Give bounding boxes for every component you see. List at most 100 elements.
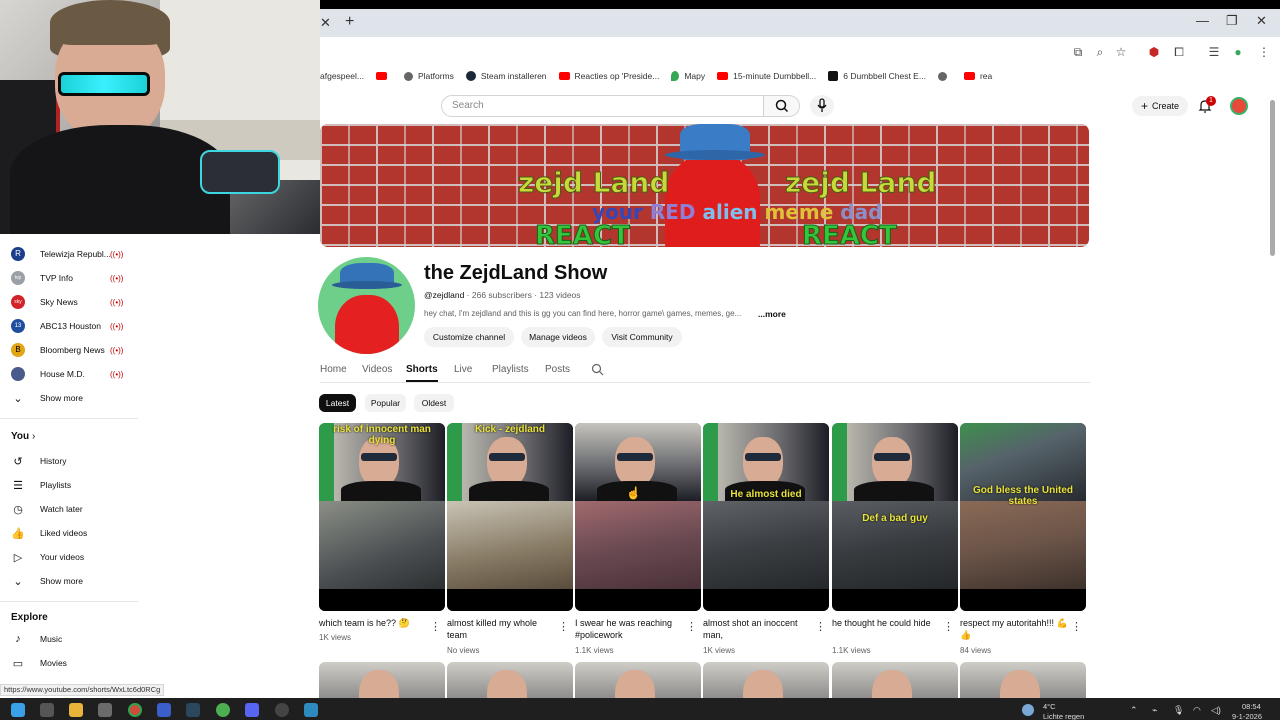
tab-home[interactable]: Home — [320, 364, 347, 375]
sidebar-item-playlists[interactable]: ☰ Playlists — [0, 474, 138, 496]
sidebar-item-your-videos[interactable]: ▷ Your videos — [0, 546, 138, 568]
short-title[interactable]: I swear he was reaching #policework — [575, 617, 687, 641]
app-v-icon[interactable] — [157, 703, 171, 717]
channel-avatar[interactable] — [318, 257, 415, 354]
bookmark-item[interactable] — [375, 72, 392, 80]
short-thumbnail[interactable]: risk of innocent man dying — [319, 423, 445, 611]
new-tab-icon[interactable]: + — [345, 13, 354, 31]
short-title[interactable]: respect my autoritahh!!! 💪👍 — [960, 617, 1072, 641]
short-thumbnail[interactable] — [960, 662, 1086, 698]
weather-icon[interactable] — [1022, 704, 1034, 716]
short-menu-icon[interactable]: ⋮ — [430, 620, 441, 633]
bookmark-item[interactable] — [937, 71, 952, 81]
discord-icon[interactable] — [245, 703, 259, 717]
short-title[interactable]: which team is he?? 🤔 — [319, 617, 431, 629]
extensions-icon[interactable]: ⧠ — [1171, 44, 1187, 60]
microphone-tray-icon[interactable]: 🎙 — [1173, 705, 1184, 716]
short-title[interactable]: he thought he could hide — [832, 617, 944, 629]
sidebar-subscription[interactable]: 13 ABC13 Houston ((•)) — [0, 315, 138, 337]
install-app-icon[interactable]: ⧉ — [1070, 44, 1086, 60]
filter-oldest[interactable]: Oldest — [414, 394, 454, 412]
sidebar-item-history[interactable]: ↺ History — [0, 450, 138, 472]
clock-time[interactable]: 08:54 — [1242, 702, 1261, 711]
search-button[interactable] — [764, 95, 800, 117]
profile-icon[interactable]: ● — [1230, 44, 1246, 60]
sidebar-subscription[interactable]: House M.D. ((•)) — [0, 363, 138, 385]
short-thumbnail[interactable] — [575, 423, 701, 611]
short-menu-icon[interactable]: ⋮ — [943, 620, 954, 633]
bookmark-item[interactable]: Steam installeren — [465, 71, 547, 81]
file-explorer-icon[interactable] — [69, 703, 83, 717]
channel-search-icon[interactable] — [591, 363, 604, 376]
whatsapp-icon[interactable] — [216, 703, 230, 717]
sidebar-subscription[interactable]: sky Sky News ((•)) — [0, 291, 138, 313]
description-more-link[interactable]: ...more — [758, 309, 786, 319]
short-title[interactable]: almost killed my whole team — [447, 617, 559, 641]
sidebar-show-more[interactable]: ⌄ Show more — [0, 387, 138, 409]
tab-posts[interactable]: Posts — [545, 364, 570, 375]
chrome-icon[interactable] — [128, 703, 142, 717]
bookmark-item[interactable]: 6 Dumbbell Chest E... — [828, 71, 926, 81]
reading-list-icon[interactable]: ☰ — [1206, 44, 1222, 60]
sidebar-item-liked-videos[interactable]: 👍 Liked videos — [0, 522, 138, 544]
bookmark-item[interactable]: afgespeel... — [320, 71, 364, 81]
bookmark-item[interactable]: rea — [963, 71, 992, 81]
clock-date[interactable]: 9-1-2026 — [1232, 712, 1262, 720]
manage-videos-button[interactable]: Manage videos — [521, 327, 595, 347]
sidebar-you-heading[interactable]: You › — [11, 431, 35, 442]
short-thumbnail[interactable] — [447, 662, 573, 698]
sidebar-subscription[interactable]: tvp TVP Info ((•)) — [0, 267, 138, 289]
bookmark-item[interactable]: Reacties op 'Preside... — [558, 71, 659, 81]
wifi-icon[interactable]: ◠ — [1193, 705, 1201, 716]
calculator-icon[interactable] — [98, 703, 112, 717]
short-thumbnail[interactable]: God bless the United states — [960, 423, 1086, 611]
bookmark-item[interactable]: 15-minute Dumbbell... — [717, 71, 816, 81]
filter-popular[interactable]: Popular — [365, 394, 406, 412]
visit-community-button[interactable]: Visit Community — [602, 327, 682, 347]
short-thumbnail[interactable] — [703, 662, 829, 698]
sidebar-item-movies[interactable]: ▭ Movies — [0, 652, 138, 674]
tab-videos[interactable]: Videos — [362, 364, 392, 375]
short-thumbnail[interactable]: Kick - zejdland — [447, 423, 573, 611]
obs-icon[interactable] — [275, 703, 289, 717]
short-menu-icon[interactable]: ⋮ — [558, 620, 569, 633]
customize-channel-button[interactable]: Customize channel — [424, 327, 514, 347]
create-button[interactable]: + Create — [1132, 96, 1188, 116]
minimize-icon[interactable]: — — [1196, 13, 1209, 28]
channel-description[interactable]: hey chat, I'm zejdland and this is gg yo… — [424, 309, 741, 318]
window-close-icon[interactable]: ✕ — [1256, 13, 1267, 29]
short-thumbnail[interactable]: Def a bad guy — [832, 423, 958, 611]
sidebar-item-watch-later[interactable]: ◷ Watch later — [0, 498, 138, 520]
short-menu-icon[interactable]: ⋮ — [1071, 620, 1082, 633]
bookmark-item[interactable]: Mapy — [671, 71, 705, 81]
sidebar-subscription[interactable]: R Telewizja Republ... ((•)) — [0, 243, 138, 265]
filter-latest[interactable]: Latest — [319, 394, 356, 412]
tab-playlists[interactable]: Playlists — [492, 364, 529, 375]
sidebar-item-music[interactable]: ♪ Music — [0, 628, 138, 650]
tab-live[interactable]: Live — [454, 364, 472, 375]
tab-close-icon[interactable]: ✕ — [320, 15, 331, 31]
steam-icon[interactable] — [186, 703, 200, 717]
tray-chevron-icon[interactable]: ⌃ — [1130, 705, 1138, 716]
voice-search-button[interactable] — [810, 95, 834, 117]
start-icon[interactable] — [11, 703, 25, 717]
short-thumbnail[interactable] — [575, 662, 701, 698]
scrollbar-thumb[interactable] — [1270, 100, 1275, 256]
volume-icon[interactable]: ◁) — [1211, 705, 1221, 716]
network-icon[interactable]: ⌁ — [1152, 705, 1157, 716]
short-menu-icon[interactable]: ⋮ — [686, 620, 697, 633]
restore-icon[interactable]: ❐ — [1226, 13, 1238, 29]
account-avatar[interactable] — [1230, 97, 1248, 115]
browser-menu-icon[interactable]: ⋮ — [1256, 44, 1272, 60]
sidebar-show-more[interactable]: ⌄ Show more — [0, 570, 138, 592]
bookmark-star-icon[interactable]: ☆ — [1113, 44, 1129, 60]
zoom-icon[interactable]: ⌕ — [1092, 44, 1108, 60]
sidebar-subscription[interactable]: B Bloomberg News ((•)) — [0, 339, 138, 361]
search-input[interactable]: Search — [441, 95, 764, 117]
short-thumbnail[interactable] — [319, 662, 445, 698]
task-view-icon[interactable] — [40, 703, 54, 717]
short-title[interactable]: almost shot an inoccent man, — [703, 617, 815, 641]
adblock-icon[interactable]: ⬢ — [1146, 44, 1162, 60]
tab-shorts[interactable]: Shorts — [406, 364, 438, 382]
short-thumbnail[interactable] — [832, 662, 958, 698]
